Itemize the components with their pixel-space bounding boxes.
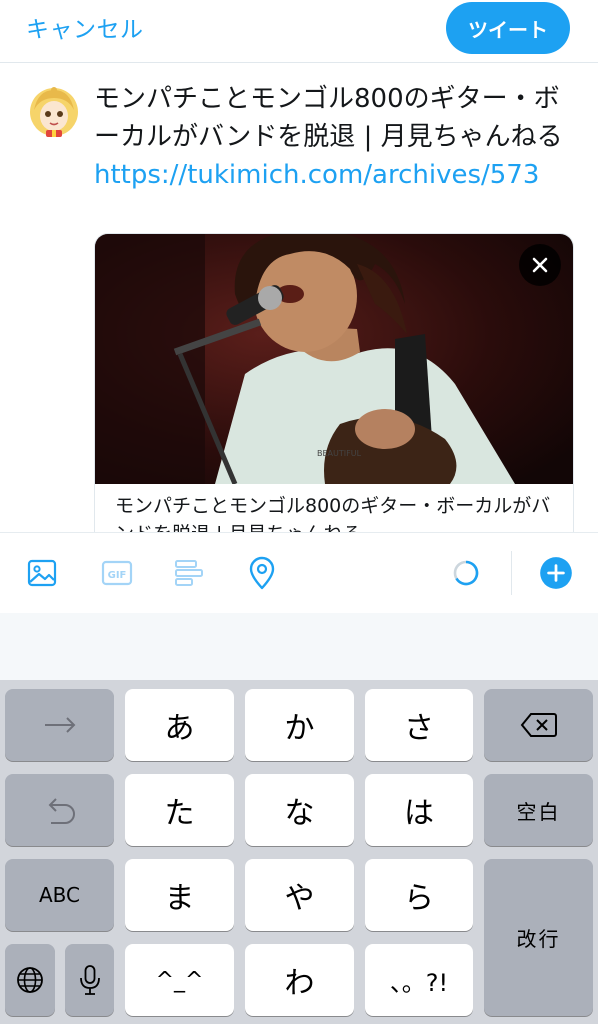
arrow-right-icon xyxy=(44,717,75,733)
abc-key[interactable]: ABC xyxy=(5,859,114,931)
svg-text:BEAUTIFUL: BEAUTIFUL xyxy=(317,449,362,458)
compose-toolbar: GIF xyxy=(0,532,598,614)
card-image: BEAUTIFUL xyxy=(95,234,573,484)
key-a[interactable]: あ xyxy=(125,689,234,761)
backspace-key[interactable] xyxy=(484,689,593,761)
add-tweet-icon[interactable] xyxy=(537,554,575,592)
key-wa[interactable]: わ xyxy=(245,944,354,1016)
key-ka[interactable]: か xyxy=(245,689,354,761)
undo-key[interactable] xyxy=(5,774,114,846)
link-card[interactable]: BEAUTIFUL モンパチことモンゴル800のギター・ボーカルがバンドを脱退 … xyxy=(94,233,574,555)
avatar[interactable] xyxy=(28,84,80,140)
key-ya[interactable]: や xyxy=(245,859,354,931)
key-ma[interactable]: ま xyxy=(125,859,234,931)
key-ha[interactable]: は xyxy=(365,774,473,846)
key-ra[interactable]: ら xyxy=(365,859,473,931)
cancel-button[interactable]: キャンセル xyxy=(26,10,144,44)
undo-icon xyxy=(48,798,75,824)
key-punctuation[interactable]: 、。?! xyxy=(365,944,473,1016)
japanese-kana-keyboard: あ か さ た な は 空白 ABC ま や ら 改行 ^_^ わ 、。?! xyxy=(0,680,598,1024)
keyboard-top-area xyxy=(0,613,598,680)
next-candidate-key[interactable] xyxy=(5,689,114,761)
gif-label: GIF xyxy=(108,570,127,581)
key-emoticon[interactable]: ^_^ xyxy=(125,944,234,1016)
tweet-text-area[interactable]: モンパチことモンゴル800のギター・ボーカルがバンドを脱退 | 月見ちゃんねる … xyxy=(94,80,564,194)
key-na[interactable]: な xyxy=(245,774,354,846)
poll-icon[interactable] xyxy=(171,555,207,591)
location-icon[interactable] xyxy=(244,555,280,591)
tweet-button[interactable]: ツイート xyxy=(446,2,570,54)
return-key[interactable]: 改行 xyxy=(484,859,593,1016)
close-card-button[interactable] xyxy=(519,244,561,286)
image-icon[interactable] xyxy=(24,555,60,591)
key-sa[interactable]: さ xyxy=(365,689,473,761)
toolbar-divider xyxy=(511,551,512,595)
dictation-key[interactable] xyxy=(65,944,114,1016)
globe-icon xyxy=(17,967,43,993)
header-divider xyxy=(0,62,598,63)
backspace-icon xyxy=(520,713,557,737)
microphone-icon xyxy=(79,965,100,995)
globe-key[interactable] xyxy=(5,944,55,1016)
key-ta[interactable]: た xyxy=(125,774,234,846)
close-icon xyxy=(532,257,548,273)
tweet-link[interactable]: https://tukimich.com/archives/573 xyxy=(94,160,539,190)
char-count-ring-icon xyxy=(453,560,479,586)
tweet-text-body: モンパチことモンゴル800のギター・ボーカルがバンドを脱退 | 月見ちゃんねる xyxy=(94,84,563,152)
space-key[interactable]: 空白 xyxy=(484,774,593,846)
gif-icon[interactable]: GIF xyxy=(99,555,135,591)
